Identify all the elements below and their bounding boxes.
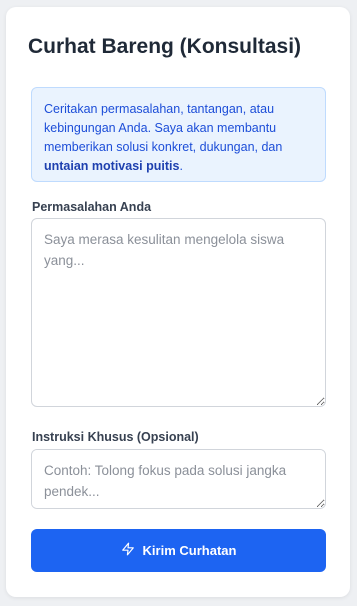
page-title: Curhat Bareng (Konsultasi) — [28, 35, 302, 58]
problem-label: Permasalahan Anda — [32, 200, 152, 214]
submit-button-label: Kirim Curhatan — [142, 543, 237, 558]
info-box: Ceritakan permasalahan, tantangan, atau … — [31, 87, 326, 182]
submit-button[interactable]: Kirim Curhatan — [31, 529, 326, 572]
consultation-card: Curhat Bareng (Konsultasi) Ceritakan per… — [6, 7, 350, 597]
info-suffix: . — [179, 159, 183, 173]
instructions-label: Instruksi Khusus (Opsional) — [32, 430, 199, 444]
info-text: Ceritakan permasalahan, tantangan, atau … — [44, 102, 283, 154]
info-highlight: untaian motivasi puitis — [44, 159, 180, 173]
instructions-textarea[interactable] — [31, 449, 326, 509]
zap-icon — [121, 542, 135, 559]
problem-textarea[interactable] — [31, 218, 326, 407]
